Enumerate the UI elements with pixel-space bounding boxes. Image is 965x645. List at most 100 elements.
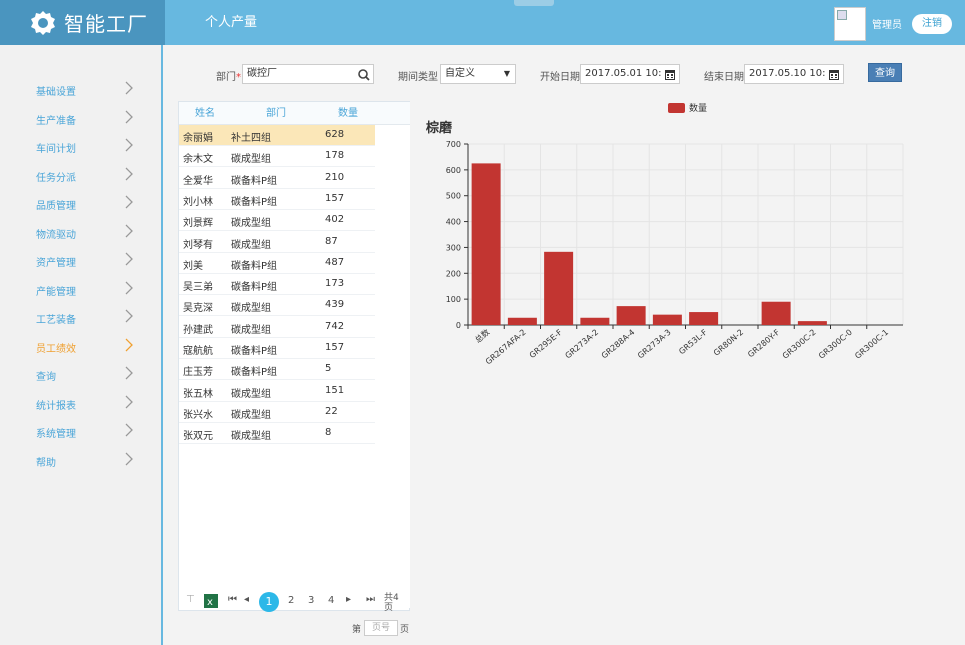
cell-name: 刘琴有 <box>183 239 213 251</box>
cell-dept: 碳成型组 <box>231 239 271 251</box>
bar[interactable] <box>616 306 646 325</box>
sidebar-item[interactable]: 查询 <box>0 361 161 389</box>
gear-logo-icon <box>31 10 55 35</box>
end-date-input[interactable]: 2017.05.10 10:10 <box>744 64 844 84</box>
col-header-qty[interactable]: 数量 <box>321 102 375 125</box>
sidebar-item[interactable]: 基础设置 <box>0 76 161 104</box>
table-row[interactable]: 余木文 碳成型组 178 <box>179 146 375 168</box>
prev-page-icon[interactable]: ◂ <box>244 594 249 605</box>
cell-name: 张兴水 <box>183 409 213 421</box>
legend-swatch[interactable] <box>668 103 685 113</box>
sidebar-item-label: 品质管理 <box>36 201 76 212</box>
sidebar-item[interactable]: 帮助 <box>0 447 161 475</box>
y-tick-label: 700 <box>446 140 461 149</box>
page-3[interactable]: 3 <box>308 595 314 606</box>
period-select[interactable]: 自定义 ▼ <box>440 64 516 84</box>
sidebar-item-label: 产能管理 <box>36 286 76 298</box>
avatar[interactable] <box>834 7 866 41</box>
table-row[interactable]: 全爱华 碳备料P组 210 <box>179 168 375 189</box>
cell-dept: 碳备料P组 <box>231 260 278 272</box>
y-tick-label: 300 <box>446 243 461 252</box>
sidebar-item[interactable]: 生产准备 <box>0 105 161 133</box>
table-row[interactable]: 刘琴有 碳成型组 87 <box>179 232 375 253</box>
page-1[interactable]: 1 <box>259 592 279 612</box>
bar[interactable] <box>797 321 827 325</box>
sidebar-item[interactable]: 资产管理 <box>0 247 161 275</box>
page-4[interactable]: 4 <box>328 595 334 606</box>
x-tick-label: GR273A-2 <box>563 328 600 361</box>
total-pages: 共4页 <box>384 593 399 613</box>
bar[interactable] <box>507 317 537 325</box>
sidebar-item[interactable]: 产能管理 <box>0 276 161 304</box>
dept-label: 部门* <box>216 72 241 83</box>
table-row[interactable]: 吴三弟 碳备料P组 173 <box>179 274 375 296</box>
tab-personal-output[interactable]: 个人产量 <box>180 0 282 45</box>
sidebar-item-label: 统计报表 <box>36 400 76 412</box>
y-tick-label: 600 <box>446 166 461 175</box>
sidebar-item[interactable]: 品质管理 <box>0 190 161 218</box>
table-row[interactable]: 寇航航 碳备料P组 157 <box>179 338 375 359</box>
bar[interactable] <box>689 312 719 325</box>
bar[interactable] <box>580 317 610 325</box>
y-tick-label: 200 <box>446 269 461 278</box>
bar[interactable] <box>761 301 791 325</box>
col-header-dept[interactable]: 部门 <box>231 102 321 125</box>
cell-dept: 碳备料P组 <box>231 346 278 357</box>
cell-qty: 628 <box>325 129 345 140</box>
cell-qty: 87 <box>325 235 338 247</box>
cell-qty: 210 <box>325 171 345 183</box>
calendar-icon[interactable] <box>661 66 679 84</box>
x-tick-label: 总数 <box>473 327 492 345</box>
table-row[interactable]: 刘景辉 碳成型组 402 <box>179 210 375 232</box>
col-header-name[interactable]: 姓名 <box>179 102 231 125</box>
sidebar-item[interactable]: 车间计划 <box>0 133 161 161</box>
start-date-input[interactable]: 2017.05.01 10:10 <box>580 64 680 84</box>
sidebar-item[interactable]: 物流驱动 <box>0 219 161 247</box>
y-tick-label: 0 <box>456 321 461 330</box>
filter-icon[interactable]: ⊤ <box>186 594 195 605</box>
table-row[interactable]: 刘小林 碳备料P组 157 <box>179 189 375 210</box>
logout-button[interactable]: 注销 <box>912 14 952 34</box>
last-page-icon[interactable]: ⏭ <box>366 594 375 605</box>
query-button[interactable]: 查询 <box>868 63 902 82</box>
table-row[interactable]: 余丽娟 补土四组 628 <box>179 125 375 146</box>
table-row[interactable]: 庄玉芳 碳备料P组 5 <box>179 359 375 381</box>
table-row[interactable]: 刘美 碳备料P组 487 <box>179 253 375 274</box>
cell-name: 孙建武 <box>183 324 213 336</box>
table-row[interactable]: 张五林 碳成型组 151 <box>179 381 375 402</box>
cell-name: 余丽娟 <box>183 133 213 144</box>
collapse-handle[interactable] <box>514 0 554 6</box>
chevron-right-icon <box>125 195 133 209</box>
cell-name: 吴克深 <box>183 303 213 315</box>
cell-qty: 5 <box>325 363 332 375</box>
table-row[interactable]: 张兴水 碳成型组 22 <box>179 402 375 423</box>
cell-dept: 碳成型组 <box>231 388 271 400</box>
app-title: 智能工厂 <box>64 12 148 36</box>
next-page-icon[interactable]: ▸ <box>346 594 351 605</box>
legend-label[interactable]: 数量 <box>689 101 707 114</box>
table-row[interactable]: 孙建武 碳成型组 742 <box>179 317 375 338</box>
sidebar-item[interactable]: 统计报表 <box>0 390 161 418</box>
page-number-input[interactable]: 页号 <box>364 620 398 636</box>
search-icon[interactable] <box>355 66 373 84</box>
chevron-right-icon <box>125 281 133 294</box>
sidebar-item[interactable]: 任务分派 <box>0 162 161 190</box>
end-date-label: 结束日期 <box>704 72 744 83</box>
bar[interactable] <box>471 163 501 325</box>
dept-input[interactable]: 碳控厂 <box>242 64 374 84</box>
table-row[interactable]: 吴克深 碳成型组 439 <box>179 295 375 317</box>
sidebar-item[interactable]: 工艺装备 <box>0 304 161 332</box>
table-row[interactable]: 张双元 碳成型组 8 <box>179 423 375 445</box>
page-2[interactable]: 2 <box>288 595 294 606</box>
sidebar-item[interactable]: 系统管理 <box>0 418 161 446</box>
first-page-icon[interactable]: ⏮ <box>228 594 237 605</box>
cell-name: 刘景辉 <box>183 218 213 230</box>
calendar-icon[interactable] <box>825 66 843 84</box>
chevron-right-icon <box>125 366 133 380</box>
sidebar-item[interactable]: 员工绩效 <box>0 333 161 361</box>
bar[interactable] <box>652 314 682 325</box>
cell-name: 全爱华 <box>183 175 213 187</box>
excel-export-icon[interactable]: x <box>204 594 218 608</box>
x-tick-label: GR300C-1 <box>853 328 890 361</box>
bar[interactable] <box>544 251 574 325</box>
